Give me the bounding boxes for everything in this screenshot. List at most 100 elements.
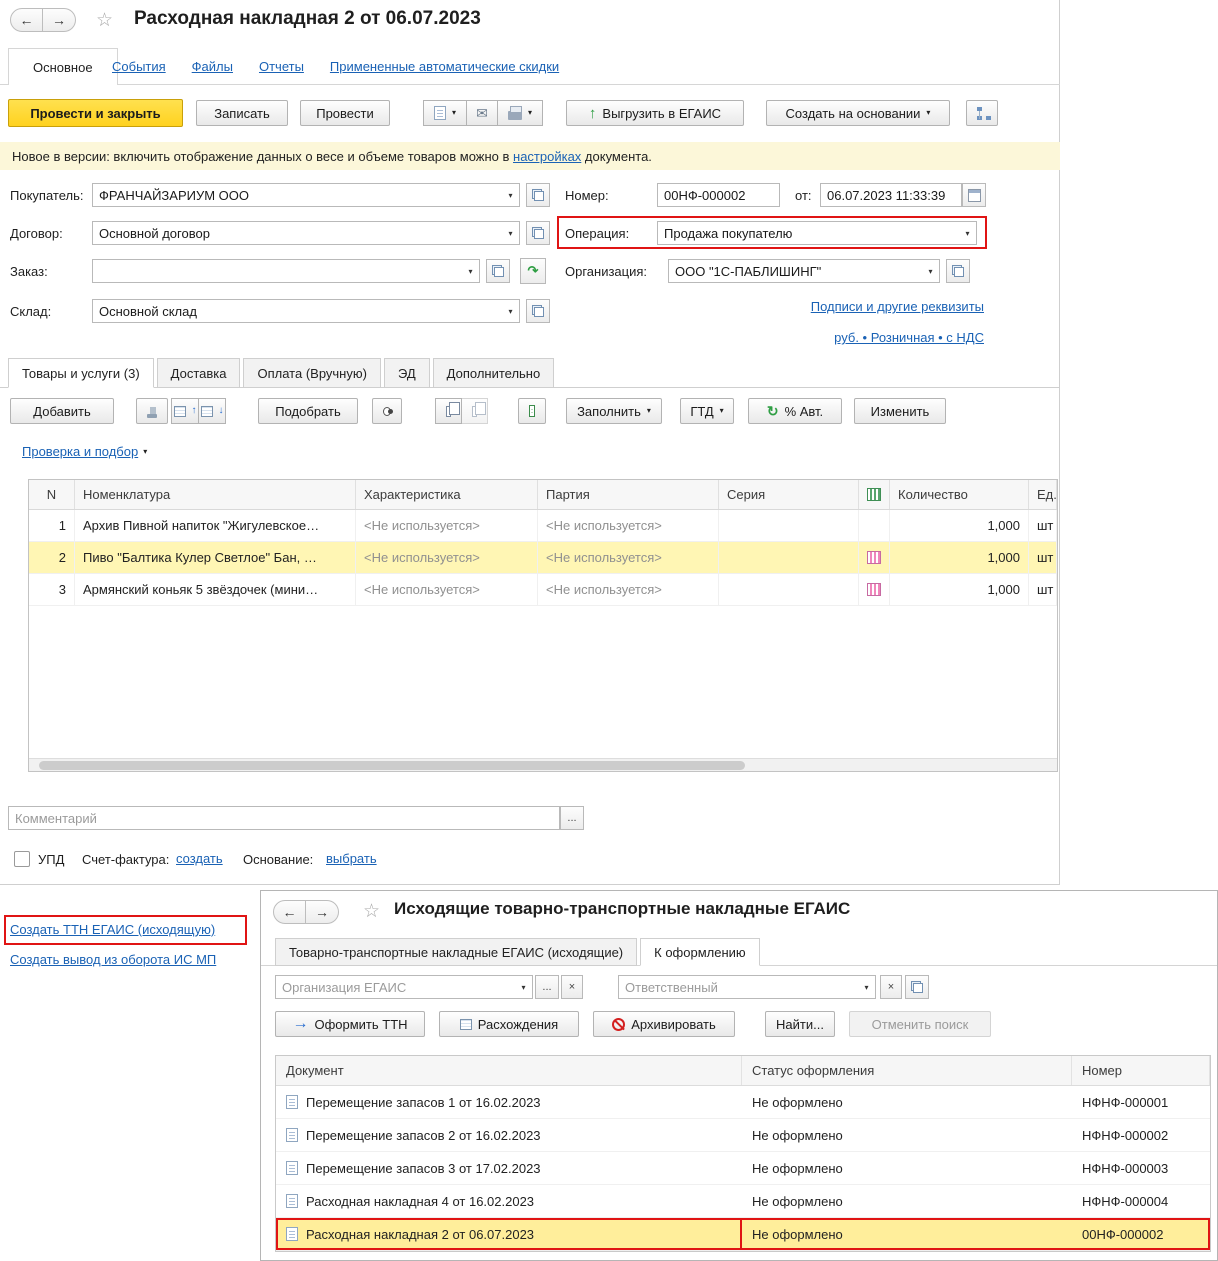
pick-items-button[interactable]: Подобрать <box>258 398 358 424</box>
column-header-nomenclature[interactable]: Номенклатура <box>75 480 356 509</box>
responsible-input[interactable] <box>619 976 858 998</box>
responsible-filter[interactable]: ▾ <box>618 975 876 999</box>
number-input[interactable] <box>658 184 779 206</box>
discrepancies-button[interactable]: Расхождения <box>439 1011 579 1037</box>
tab-files[interactable]: Файлы <box>192 59 233 74</box>
currency-price-link[interactable]: руб. • Розничная • с НДС <box>834 330 984 345</box>
settings-link[interactable]: настройках <box>513 149 581 164</box>
tab-ed[interactable]: ЭД <box>383 358 430 388</box>
upload-egais-button[interactable]: ↑ Выгрузить в ЕГАИС <box>566 100 744 126</box>
dropdown-caret-icon[interactable]: ▾ <box>502 300 519 322</box>
table-row[interactable]: Перемещение запасов 1 от 16.02.2023 Не о… <box>276 1086 1210 1119</box>
tab-additional[interactable]: Дополнительно <box>432 358 555 388</box>
cancel-search-button[interactable]: Отменить поиск <box>849 1011 991 1037</box>
scrollbar-thumb[interactable] <box>39 761 745 770</box>
order-open-button[interactable] <box>486 259 510 283</box>
egais-organization-filter[interactable]: ▾ <box>275 975 533 999</box>
table-row[interactable]: Перемещение запасов 3 от 17.02.2023 Не о… <box>276 1152 1210 1185</box>
dropdown-caret-icon[interactable]: ▾ <box>858 976 875 998</box>
column-header-quantity[interactable]: Количество <box>890 480 1029 509</box>
column-header-document[interactable]: Документ <box>276 1056 742 1085</box>
order-create-button[interactable]: ↷ <box>520 258 546 284</box>
create-withdrawal-link[interactable]: Создать вывод из оборота ИС МП <box>10 952 216 967</box>
column-header-characteristic[interactable]: Характеристика <box>356 480 538 509</box>
tab-delivery[interactable]: Доставка <box>156 358 241 388</box>
tab-payment[interactable]: Оплата (Вручную) <box>243 358 381 388</box>
comment-input[interactable] <box>9 807 559 829</box>
column-header-unit[interactable]: Ед. <box>1029 480 1057 509</box>
table-row-selected-highlighted[interactable]: Расходная накладная 2 от 06.07.2023 Не о… <box>276 1218 1210 1251</box>
egais-organization-input[interactable] <box>276 976 515 998</box>
back-button[interactable]: ← <box>273 900 306 924</box>
auto-discount-button[interactable]: ↻ % Авт. <box>748 398 842 424</box>
back-button[interactable]: ← <box>10 8 43 32</box>
buyer-field[interactable]: ▾ <box>92 183 520 207</box>
tab-to-issue[interactable]: К оформлению <box>640 938 760 966</box>
operation-input[interactable] <box>658 222 959 244</box>
structure-button[interactable] <box>966 100 998 126</box>
organization-clear-button[interactable]: × <box>561 975 583 999</box>
date-field[interactable] <box>820 183 962 207</box>
dropdown-caret-icon[interactable]: ▾ <box>922 260 939 282</box>
column-header-batch[interactable]: Партия <box>538 480 719 509</box>
post-button[interactable]: Провести <box>300 100 390 126</box>
column-header-status[interactable]: Статус оформления <box>742 1056 1072 1085</box>
edit-button[interactable]: Изменить <box>854 398 946 424</box>
organization-open-button[interactable] <box>946 259 970 283</box>
contract-open-button[interactable] <box>526 221 550 245</box>
calendar-button[interactable] <box>962 183 986 207</box>
post-and-close-button[interactable]: Провести и закрыть <box>8 99 183 127</box>
date-input[interactable] <box>821 184 961 206</box>
contract-field[interactable]: ▾ <box>92 221 520 245</box>
dropdown-caret-icon[interactable]: ▾ <box>462 260 479 282</box>
table-row[interactable]: Перемещение запасов 2 от 16.02.2023 Не о… <box>276 1119 1210 1152</box>
table-row[interactable]: 3 Армянский коньяк 5 звёздочек (мини… <Н… <box>29 574 1057 606</box>
tab-reports[interactable]: Отчеты <box>259 59 304 74</box>
tab-events[interactable]: События <box>112 59 166 74</box>
organization-input[interactable] <box>669 260 922 282</box>
create-ttn-egais-link[interactable]: Создать ТТН ЕГАИС (исходящую) <box>10 922 215 937</box>
column-header-series[interactable]: Серия <box>719 480 859 509</box>
comment-field[interactable] <box>8 806 560 830</box>
comment-more-button[interactable]: ... <box>560 806 584 830</box>
load-rows-button[interactable]: ↑ <box>171 398 199 424</box>
paste-button[interactable] <box>461 398 488 424</box>
print-button[interactable]: ▾ <box>497 100 543 126</box>
find-button[interactable]: Найти... <box>765 1011 835 1037</box>
attach-file-button[interactable]: ▾ <box>423 100 467 126</box>
check-and-pick-menu[interactable]: Проверка и подбор ▾ <box>22 444 147 459</box>
buyer-input[interactable] <box>93 184 502 206</box>
export-table-button[interactable] <box>518 398 546 424</box>
view-button[interactable] <box>372 398 402 424</box>
organization-field[interactable]: ▾ <box>668 259 940 283</box>
upd-checkbox[interactable] <box>14 851 30 867</box>
tab-auto-discounts[interactable]: Примененные автоматические скидки <box>330 59 559 74</box>
warehouse-open-button[interactable] <box>526 299 550 323</box>
warehouse-input[interactable] <box>93 300 502 322</box>
dropdown-caret-icon[interactable]: ▾ <box>515 976 532 998</box>
unload-rows-button[interactable]: ↓ <box>198 398 226 424</box>
table-row[interactable]: 1 Архив Пивной напиток "Жигулевское… <Не… <box>29 510 1057 542</box>
create-based-on-button[interactable]: Создать на основании ▾ <box>766 100 950 126</box>
column-header-marking[interactable] <box>859 480 890 509</box>
favorite-star-icon[interactable]: ☆ <box>96 11 113 30</box>
add-row-button[interactable]: Добавить <box>10 398 114 424</box>
dropdown-caret-icon[interactable]: ▾ <box>959 222 976 244</box>
number-field[interactable] <box>657 183 780 207</box>
send-email-button[interactable]: ✉ <box>466 100 498 126</box>
tab-main[interactable]: Основное <box>8 48 118 85</box>
tab-outgoing-ttn[interactable]: Товарно-транспортные накладные ЕГАИС (ис… <box>275 938 638 966</box>
order-input[interactable] <box>93 260 462 282</box>
gtd-button[interactable]: ГТД ▾ <box>680 398 734 424</box>
choose-basis-link[interactable]: выбрать <box>326 851 377 866</box>
buyer-open-button[interactable] <box>526 183 550 207</box>
column-header-n[interactable]: N <box>29 480 75 509</box>
organization-more-button[interactable]: ... <box>535 975 559 999</box>
table-row[interactable]: Расходная накладная 4 от 16.02.2023 Не о… <box>276 1185 1210 1218</box>
stamp-button[interactable] <box>136 398 168 424</box>
horizontal-scrollbar[interactable] <box>29 758 1057 771</box>
contract-input[interactable] <box>93 222 502 244</box>
column-header-number[interactable]: Номер <box>1072 1056 1210 1085</box>
order-field[interactable]: ▾ <box>92 259 480 283</box>
fill-button[interactable]: Заполнить ▾ <box>566 398 662 424</box>
